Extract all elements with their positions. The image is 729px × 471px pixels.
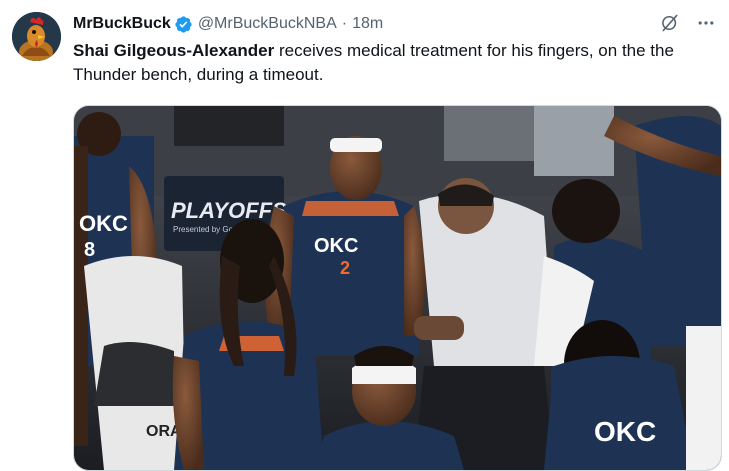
thunder-bench-photo: PLAYOFFS Presented by Goo OKC 8 ORA OKC … xyxy=(74,106,721,470)
verified-badge-icon xyxy=(174,15,193,34)
user-handle[interactable]: @MrBuckBuckNBA xyxy=(198,15,337,33)
tweet-header: MrBuckBuck @MrBuckBuckNBA · 18m xyxy=(73,13,383,35)
tweet-text: Shai Gilgeous-Alexander receives medical… xyxy=(73,39,723,87)
center-jersey-team: OKC xyxy=(314,235,358,257)
tweet-top-actions xyxy=(659,12,717,34)
timestamp[interactable]: 18m xyxy=(352,15,383,33)
separator-dot: · xyxy=(341,15,348,32)
grok-icon[interactable] xyxy=(659,12,681,34)
playoffs-sign-sub: Presented by Goo xyxy=(173,225,238,234)
playoffs-sign-text: PLAYOFFS xyxy=(171,198,287,223)
left-jersey-team: OKC xyxy=(79,211,128,236)
tweet-card[interactable]: MrBuckBuck @MrBuckBuckNBA · 18m Shai Gil… xyxy=(0,0,729,471)
left-jersey-number: 8 xyxy=(84,239,95,261)
right-jersey-team: OKC xyxy=(594,416,656,447)
display-name[interactable]: MrBuckBuck xyxy=(73,15,171,33)
rooster-avatar-image xyxy=(12,12,61,61)
tweet-text-bold: Shai Gilgeous-Alexander xyxy=(73,41,275,60)
center-jersey-number: 2 xyxy=(340,258,350,278)
avatar[interactable] xyxy=(12,12,61,61)
tweet-media-photo[interactable]: PLAYOFFS Presented by Goo OKC 8 ORA OKC … xyxy=(73,105,722,471)
more-options-icon[interactable] xyxy=(695,12,717,34)
